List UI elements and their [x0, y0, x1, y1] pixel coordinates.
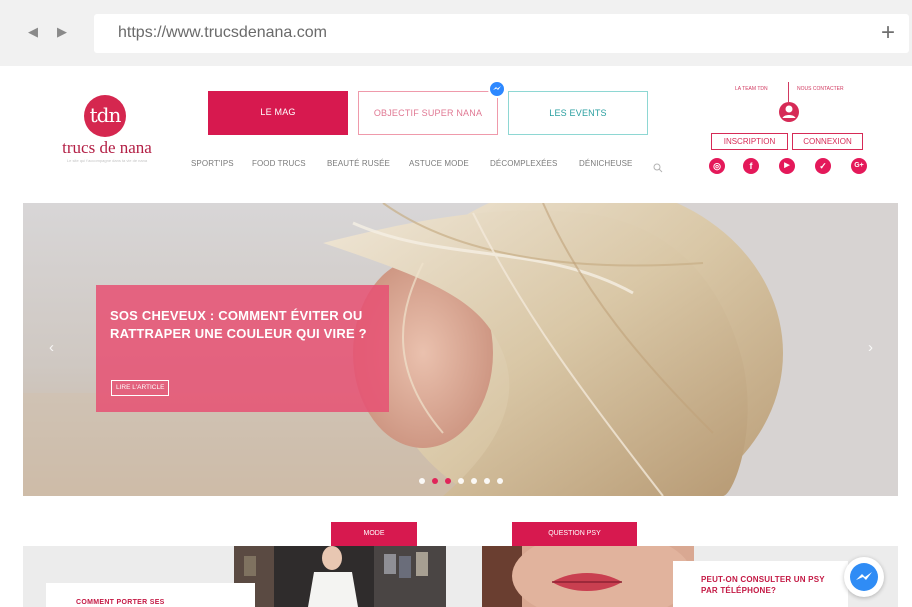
category-astuce-mode[interactable]: ASTUCE MODE — [409, 159, 469, 168]
psy-article-image[interactable] — [482, 546, 694, 607]
category-denicheuse[interactable]: DÉNICHEUSE — [579, 159, 632, 168]
hero-title[interactable]: SOS CHEVEUX : COMMENT ÉVITER OU RATTRAPE… — [110, 307, 378, 343]
instagram-icon[interactable]: ◎ — [709, 158, 725, 174]
twitter-icon[interactable]: ✓ — [815, 158, 831, 174]
tab-objectif-super-nana[interactable]: OBJECTIF SUPER NANA — [358, 91, 498, 135]
site-logo-mark[interactable]: tdn — [84, 95, 126, 137]
back-arrow-icon[interactable]: ◀ — [26, 22, 40, 42]
login-button[interactable]: CONNEXION — [792, 133, 863, 150]
carousel-next-icon[interactable]: › — [868, 339, 873, 356]
psy-article-title[interactable]: PEUT-ON CONSULTER UN PSY PAR TÉLÉPHONE? — [701, 574, 841, 596]
carousel-dot[interactable] — [445, 478, 451, 484]
carousel-dot[interactable] — [419, 478, 425, 484]
category-food-trucs[interactable]: FOOD TRUCS — [252, 159, 306, 168]
address-bar[interactable]: https://www.trucsdenana.com + — [94, 14, 909, 53]
url-text[interactable]: https://www.trucsdenana.com — [118, 24, 327, 42]
mode-article-title[interactable]: COMMENT PORTER SES — [76, 599, 165, 606]
hero-article-card[interactable]: SOS CHEVEUX : COMMENT ÉVITER OU RATTRAPE… — [96, 285, 389, 412]
category-tag-mode[interactable]: MODE — [331, 522, 417, 546]
tab-le-mag[interactable]: LE MAG — [208, 91, 348, 135]
messenger-chat-icon[interactable] — [844, 557, 884, 597]
tab-les-events[interactable]: LES EVENTS — [508, 91, 648, 135]
search-icon[interactable] — [653, 160, 663, 178]
facebook-icon[interactable]: f — [743, 158, 759, 174]
carousel-dot[interactable] — [432, 478, 438, 484]
page: ◀ ▶ https://www.trucsdenana.com + tdn tr… — [0, 0, 912, 607]
link-la-team-tdn[interactable]: LA TEAM TDN — [735, 86, 768, 92]
signup-button[interactable]: INSCRIPTION — [711, 133, 788, 150]
forward-arrow-icon[interactable]: ▶ — [55, 22, 69, 42]
carousel-dot[interactable] — [497, 478, 503, 484]
browser-toolbar: ◀ ▶ https://www.trucsdenana.com + — [0, 0, 912, 66]
carousel-prev-icon[interactable]: ‹ — [49, 339, 54, 356]
link-nous-contacter[interactable]: NOUS CONTACTER — [797, 86, 844, 92]
category-beaute-rusee[interactable]: BEAUTÉ RUSÉE — [327, 159, 390, 168]
mode-article-card[interactable]: COMMENT PORTER SES — [46, 583, 255, 607]
site-logo-tagline: Le site qui t'accompagne dans ta vie de … — [66, 158, 148, 163]
messenger-bolt-icon — [856, 572, 872, 580]
category-tag-question-psy[interactable]: QUESTION PSY — [512, 522, 637, 546]
mode-article-image[interactable] — [234, 546, 446, 607]
site-logo-name[interactable]: trucs de nana — [52, 138, 162, 158]
youtube-icon[interactable]: ▶ — [779, 158, 795, 174]
category-sportips[interactable]: SPORT'IPS — [191, 159, 234, 168]
read-article-button[interactable]: LIRE L'ARTICLE — [111, 380, 170, 396]
messenger-badge-icon[interactable] — [488, 80, 506, 98]
carousel-dot[interactable] — [484, 478, 490, 484]
carousel-dot[interactable] — [458, 478, 464, 484]
google-plus-icon[interactable]: G+ — [851, 158, 867, 174]
psy-article-card[interactable]: PEUT-ON CONSULTER UN PSY PAR TÉLÉPHONE? — [673, 561, 848, 607]
top-links-divider — [788, 82, 789, 102]
hero-carousel[interactable]: SOS CHEVEUX : COMMENT ÉVITER OU RATTRAPE… — [23, 203, 898, 496]
category-decomplexees[interactable]: DÉCOMPLEXÉES — [490, 159, 557, 168]
user-account-icon[interactable] — [778, 100, 800, 129]
carousel-dot[interactable] — [471, 478, 477, 484]
new-tab-plus-icon[interactable]: + — [873, 18, 903, 48]
